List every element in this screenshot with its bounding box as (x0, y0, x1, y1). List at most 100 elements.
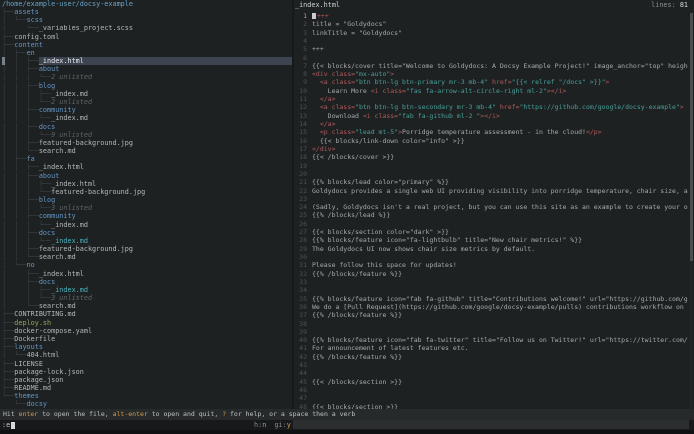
preview-line: 21{{% blocks/lead color="primary" %}} (294, 178, 688, 186)
tree-item-label: README.md (14, 384, 51, 392)
preview-scrollbar-thumb[interactable] (690, 13, 693, 261)
tree-item[interactable]: │ └──_variables_project.scss (2, 25, 292, 33)
tree-branch-lines: │ │ ├── (2, 163, 39, 171)
code-segment: <div class= (312, 70, 355, 78)
tree-item[interactable]: │ │ ├──community (2, 106, 292, 114)
tree-item[interactable]: ├──content (2, 41, 292, 49)
tree-item[interactable]: │ │ ├──blog (2, 82, 292, 90)
tree-item-label: _index.html (39, 270, 84, 278)
line-number: 38 (294, 320, 307, 328)
tree-item[interactable]: ├──README.md (2, 384, 292, 392)
preview-line: 4 (294, 37, 688, 45)
selection-marker (2, 57, 5, 65)
tree-item[interactable]: │ │ ├──_index.md (2, 286, 292, 294)
tree-item[interactable]: │ ├──fa (2, 155, 292, 163)
tree-item[interactable]: ├──deploy.sh (2, 319, 292, 327)
preview-input-bar (293, 420, 689, 429)
line-number: 16 (294, 137, 307, 145)
status-text: for help, or a space then a verb (226, 410, 355, 418)
tree-item[interactable]: │ │ ├──featured-background.jpg (2, 245, 292, 253)
tree-item[interactable]: │ │ │ ├──_index.html (2, 180, 292, 188)
preview-scrollbar[interactable] (690, 13, 693, 418)
preview-line: 1+++ (294, 12, 688, 20)
line-number: 40 (294, 336, 307, 344)
tree-item[interactable]: │ │ ├──_index.html (2, 163, 292, 171)
tree-item-label: _index.md (51, 114, 88, 122)
tree-item[interactable]: ├──layouts (2, 343, 292, 351)
preview-line: 3linkTitle = "Goldydocs" (294, 29, 688, 37)
tree-item[interactable]: │ │ ├──docs (2, 229, 292, 237)
preview-line: 43 (294, 361, 688, 369)
tree-item[interactable]: │ │ ├──community (2, 212, 292, 220)
preview-line: 8<div class="mx-auto"> (294, 70, 688, 78)
tree-branch-lines: ├── (2, 319, 14, 327)
tree-branch-lines: │ │ │ ├── (2, 180, 51, 188)
tree-item[interactable]: ├──package.json (2, 376, 292, 384)
tree-item[interactable]: │ │ │ └──3 unlisted (2, 204, 292, 212)
tree-item[interactable]: └──docsy (2, 400, 292, 408)
code-segment: "fab fa-github ml-2 " (398, 112, 480, 120)
tree-item[interactable]: │ ├──en (2, 49, 292, 57)
tree-item[interactable]: │ │ │ └──2 unlisted (2, 98, 292, 106)
tree-item[interactable]: │ │ ├──featured-background.jpg (2, 139, 292, 147)
command-input[interactable]: :e (2, 420, 15, 430)
tree-item[interactable]: │ ├──docs (2, 278, 292, 286)
line-number: 7 (294, 62, 307, 70)
tree-item[interactable]: └──themes (2, 392, 292, 400)
tree-item-label: en (27, 49, 35, 57)
tree-item[interactable]: ├──Dockerfile (2, 335, 292, 343)
flag-segment: y (287, 421, 291, 429)
code-segment: "btn btn-lg btn-primary mr-3 mb-4" (355, 79, 488, 87)
tree-item-label: docs (39, 123, 55, 131)
tree-item[interactable]: │ └──search.md (2, 302, 292, 310)
input-row[interactable]: :e h:n gi:y (0, 420, 694, 430)
tree-item[interactable]: │ │ ├──about (2, 172, 292, 180)
tree-item[interactable]: │ │ └──search.md (2, 147, 292, 155)
tree-item[interactable]: ├──assets (2, 8, 292, 16)
code-segment: {{% blocks/feature icon="fab fa-twitter"… (312, 336, 688, 344)
tree-item[interactable]: │ └──404.html (2, 351, 292, 359)
tree-item[interactable]: ├──config.toml (2, 33, 292, 41)
tree-item[interactable]: │ │ │ └──_index.md (2, 114, 292, 122)
tree-item[interactable]: │ │ ├──blog (2, 196, 292, 204)
tree-item[interactable]: │ │ └──3 unlisted (2, 294, 292, 302)
tree-item[interactable]: │ │ └──search.md (2, 253, 292, 261)
tree-item[interactable]: │ │ │ └──9 unlisted (2, 131, 292, 139)
code-segment: Porridge temperature assessment - in the… (402, 128, 586, 136)
tree-branch-lines: ├── (2, 8, 14, 16)
tree-item[interactable]: │ │ ├──_index.html (2, 57, 292, 65)
tree-item-label: LICENSE (14, 360, 43, 368)
tree-item-selected-label: _index.html (39, 57, 292, 65)
line-number: 17 (294, 145, 307, 153)
tree-item[interactable]: ├──LICENSE (2, 360, 292, 368)
tree-item[interactable]: │ │ ├──about (2, 65, 292, 73)
code-segment: {{< blocks/section color="dark" >}} (312, 228, 449, 236)
tree-item[interactable]: │ │ │ ├──_index.md (2, 90, 292, 98)
preview-line: 25 {{% /blocks/lead %}} (294, 212, 688, 220)
line-number: 25 (294, 212, 307, 220)
preview-line: 12 <a class="btn btn-lg btn-secondary mr… (294, 103, 688, 111)
tree-root-path[interactable]: /home/example-user/docsy-example (2, 0, 292, 8)
tree-item[interactable]: │ │ ├──docs (2, 123, 292, 131)
code-segment: {{< /blocks/cover >}} (312, 153, 394, 161)
tree-item-label: 3 unlisted (51, 204, 92, 212)
tree-item[interactable]: │ │ │ └──_index.md (2, 237, 292, 245)
tree-item-label: search.md (39, 253, 76, 261)
preview-line: 17</div> (294, 145, 688, 153)
tree-item[interactable]: │ └──scss (2, 16, 292, 24)
tree-item[interactable]: │ │ │ └──_index.md (2, 221, 292, 229)
tree-branch-lines: │ │ └── (2, 253, 39, 261)
tree-item[interactable]: │ ├──_index.html (2, 270, 292, 278)
tree-item-label: deploy.sh (14, 319, 51, 327)
code-segment: Goldydocs provides a single web UI provi… (312, 187, 688, 195)
line-number: 41 (294, 345, 307, 353)
tree-item[interactable]: │ │ │ └──2 unlisted (2, 74, 292, 82)
tree-item[interactable]: │ │ │ └──featured-background.jpg (2, 188, 292, 196)
tree-item[interactable]: │ └──no (2, 262, 292, 270)
code-segment: "{{< relref "/docs" >}}" (512, 79, 606, 87)
tree-item[interactable]: ├──CONTRIBUTING.md (2, 311, 292, 319)
tree-item[interactable]: ├──docker-compose.yaml (2, 327, 292, 335)
code-segment: {{% /blocks/lead %}} (312, 212, 390, 220)
tree-branch-lines: │ │ │ └── (2, 114, 51, 122)
tree-item[interactable]: ├──package-lock.json (2, 368, 292, 376)
